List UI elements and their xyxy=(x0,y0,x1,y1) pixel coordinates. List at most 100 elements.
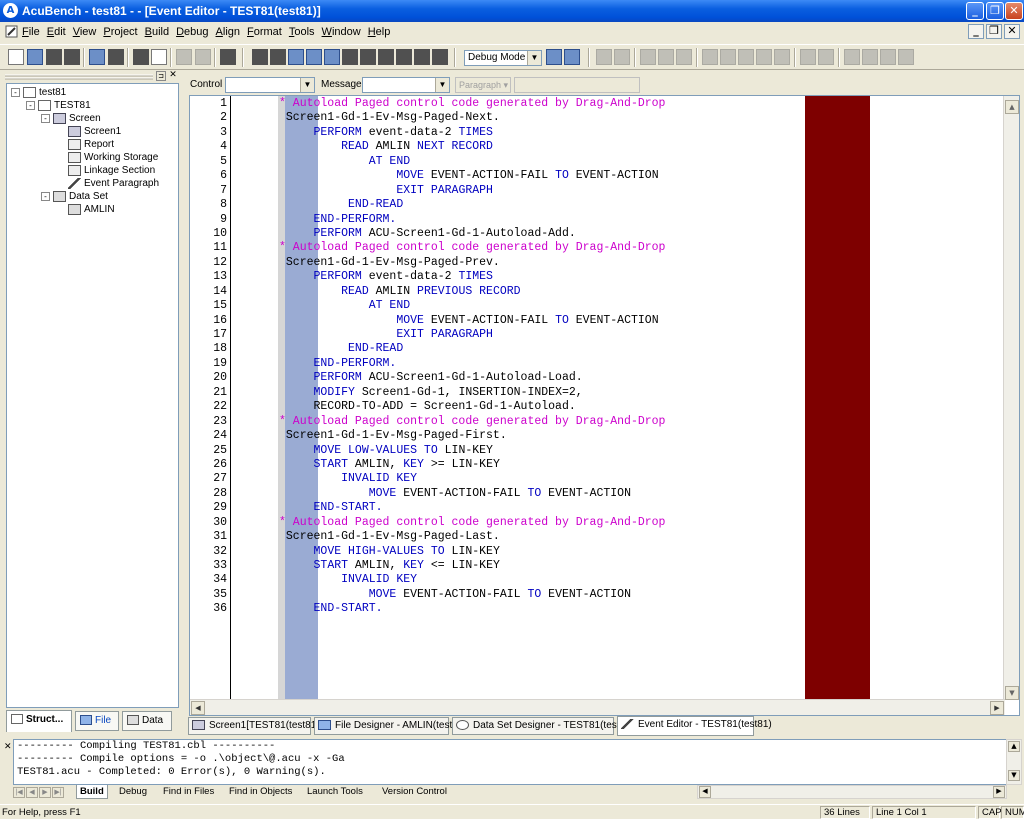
tree-node-screen[interactable]: - Screen xyxy=(41,112,101,125)
scroll-right-icon[interactable]: ▶ xyxy=(990,701,1004,715)
scroll-down-icon[interactable]: ▼ xyxy=(1005,686,1019,700)
run-icon[interactable] xyxy=(306,49,322,65)
send-back-icon[interactable] xyxy=(658,49,674,65)
lock-icon[interactable] xyxy=(844,49,860,65)
same-width-icon[interactable] xyxy=(800,49,816,65)
tab-build[interactable]: Build xyxy=(76,785,108,799)
tab-event-editor[interactable]: Event Editor - TEST81(test81) xyxy=(617,716,772,736)
tool-icon[interactable] xyxy=(432,49,448,65)
save-icon[interactable] xyxy=(46,49,62,65)
tree-node-linkage-section[interactable]: Linkage Section xyxy=(56,164,155,177)
grid-icon[interactable] xyxy=(862,49,878,65)
options-icon[interactable] xyxy=(564,49,580,65)
maximize-button[interactable]: ❐ xyxy=(986,2,1004,20)
acubench-icon[interactable]: A xyxy=(3,3,18,18)
tab-launch-tools[interactable]: Launch Tools xyxy=(307,785,363,799)
align-right-icon[interactable] xyxy=(720,49,736,65)
build-icon[interactable] xyxy=(360,49,376,65)
scroll-left-icon[interactable]: ◀ xyxy=(699,786,711,798)
tab-screen1[interactable]: Screen1[TEST81(test81)] xyxy=(188,717,322,735)
code-editor[interactable]: 1 * Autoload Paged control code generated… xyxy=(189,95,1020,716)
event-editor-doc-icon[interactable] xyxy=(5,25,18,38)
same-height-icon[interactable] xyxy=(818,49,834,65)
message-select[interactable]: ▼ xyxy=(362,77,450,93)
tree-node-amlin[interactable]: AMLIN xyxy=(56,203,115,216)
mode-select[interactable]: Debug Mode ▼ xyxy=(464,50,542,66)
tree-node-event-paragraph[interactable]: Event Paragraph xyxy=(56,177,159,190)
redo-icon[interactable] xyxy=(195,49,211,65)
crosshair-icon[interactable] xyxy=(880,49,896,65)
tree-collapse-icon[interactable]: - xyxy=(26,100,35,110)
menu-edit[interactable]: Edit xyxy=(47,26,66,38)
editor-vertical-scrollbar[interactable]: ▲ ▼ xyxy=(1003,96,1019,700)
bring-front-icon[interactable] xyxy=(640,49,656,65)
output-close-icon[interactable]: ✕ xyxy=(4,742,12,752)
close-button[interactable]: ✕ xyxy=(1005,2,1023,20)
mdi-minimize-button[interactable]: _ xyxy=(968,24,984,39)
tree-node-working-storage[interactable]: Working Storage xyxy=(56,151,158,164)
align-top-icon[interactable] xyxy=(738,49,754,65)
tab-file[interactable]: File xyxy=(75,711,119,731)
prev-tab-icon[interactable]: ◀ xyxy=(26,787,38,798)
output-horizontal-scrollbar[interactable]: ◀ ▶ xyxy=(697,785,1007,799)
breakpoint-icon[interactable] xyxy=(342,49,358,65)
save-all-icon[interactable] xyxy=(64,49,80,65)
tree-node-report[interactable]: Report xyxy=(56,138,114,151)
editor-horizontal-scrollbar[interactable]: ◀ ▶ xyxy=(190,699,1005,715)
project-icon[interactable] xyxy=(89,49,105,65)
last-tab-icon[interactable]: ▶| xyxy=(52,787,64,798)
clean-icon[interactable] xyxy=(396,49,412,65)
tab-find-in-objects[interactable]: Find in Objects xyxy=(229,785,292,799)
print-icon[interactable] xyxy=(133,49,149,65)
tab-data[interactable]: Data xyxy=(122,711,172,731)
menu-align[interactable]: Align xyxy=(216,26,240,38)
mdi-close-button[interactable]: ✕ xyxy=(1004,24,1020,39)
tree-node-screen1[interactable]: Screen1 xyxy=(56,125,121,138)
panel-close-icon[interactable]: ✕ xyxy=(168,71,178,81)
menu-view[interactable]: View xyxy=(73,26,97,38)
tree-collapse-icon[interactable]: - xyxy=(11,87,20,97)
scroll-up-icon[interactable]: ▲ xyxy=(1008,741,1020,752)
next-tab-icon[interactable]: ▶ xyxy=(39,787,51,798)
new-file-icon[interactable] xyxy=(8,49,24,65)
execute-icon[interactable] xyxy=(414,49,430,65)
scroll-up-icon[interactable]: ▲ xyxy=(1005,100,1019,114)
scroll-left-icon[interactable]: ◀ xyxy=(191,701,205,715)
tab-debug[interactable]: Debug xyxy=(119,785,147,799)
binoculars-icon[interactable] xyxy=(252,49,268,65)
align-left-icon[interactable] xyxy=(702,49,718,65)
stop-icon[interactable] xyxy=(220,49,236,65)
tab-order-icon[interactable] xyxy=(614,49,630,65)
scroll-right-icon[interactable]: ▶ xyxy=(993,786,1005,798)
tab-structure[interactable]: Struct... xyxy=(6,710,72,732)
configuration-icon[interactable] xyxy=(546,49,562,65)
group-icon[interactable] xyxy=(676,49,692,65)
align-center-icon[interactable] xyxy=(774,49,790,65)
menu-debug[interactable]: Debug xyxy=(176,26,208,38)
control-select[interactable]: ▼ xyxy=(225,77,315,93)
tree-collapse-icon[interactable]: - xyxy=(41,113,50,123)
menu-file[interactable]: File xyxy=(22,26,40,38)
menu-tools[interactable]: Tools xyxy=(289,26,315,38)
output-vertical-scrollbar[interactable]: ▲ ▼ xyxy=(1006,739,1022,785)
scroll-down-icon[interactable]: ▼ xyxy=(1008,770,1020,781)
step-icon[interactable] xyxy=(324,49,340,65)
find-in-files-icon[interactable] xyxy=(270,49,286,65)
tab-dataset-designer[interactable]: Data Set Designer - TEST81(test81) xyxy=(452,717,634,735)
tab-file-designer[interactable]: File Designer - AMLIN(test81) xyxy=(314,717,467,735)
menu-window[interactable]: Window xyxy=(322,26,361,38)
menu-format[interactable]: Format xyxy=(247,26,282,38)
panel-pin-icon[interactable]: ⊐ xyxy=(156,71,166,81)
menu-project[interactable]: Project xyxy=(103,26,137,38)
paragraph-field[interactable] xyxy=(514,77,640,93)
undo-icon[interactable] xyxy=(176,49,192,65)
debug-icon[interactable] xyxy=(288,49,304,65)
rebuild-icon[interactable] xyxy=(378,49,394,65)
test-form-icon[interactable] xyxy=(898,49,914,65)
tree-node-data-set[interactable]: - Data Set xyxy=(41,190,108,203)
project-tree[interactable]: - test81- TEST81- Screen Screen1 Report Workin… xyxy=(6,83,179,708)
tab-version-control[interactable]: Version Control xyxy=(382,785,447,799)
open-folder-icon[interactable] xyxy=(27,49,43,65)
compile-icon[interactable] xyxy=(108,49,124,65)
tab-find-in-files[interactable]: Find in Files xyxy=(163,785,214,799)
